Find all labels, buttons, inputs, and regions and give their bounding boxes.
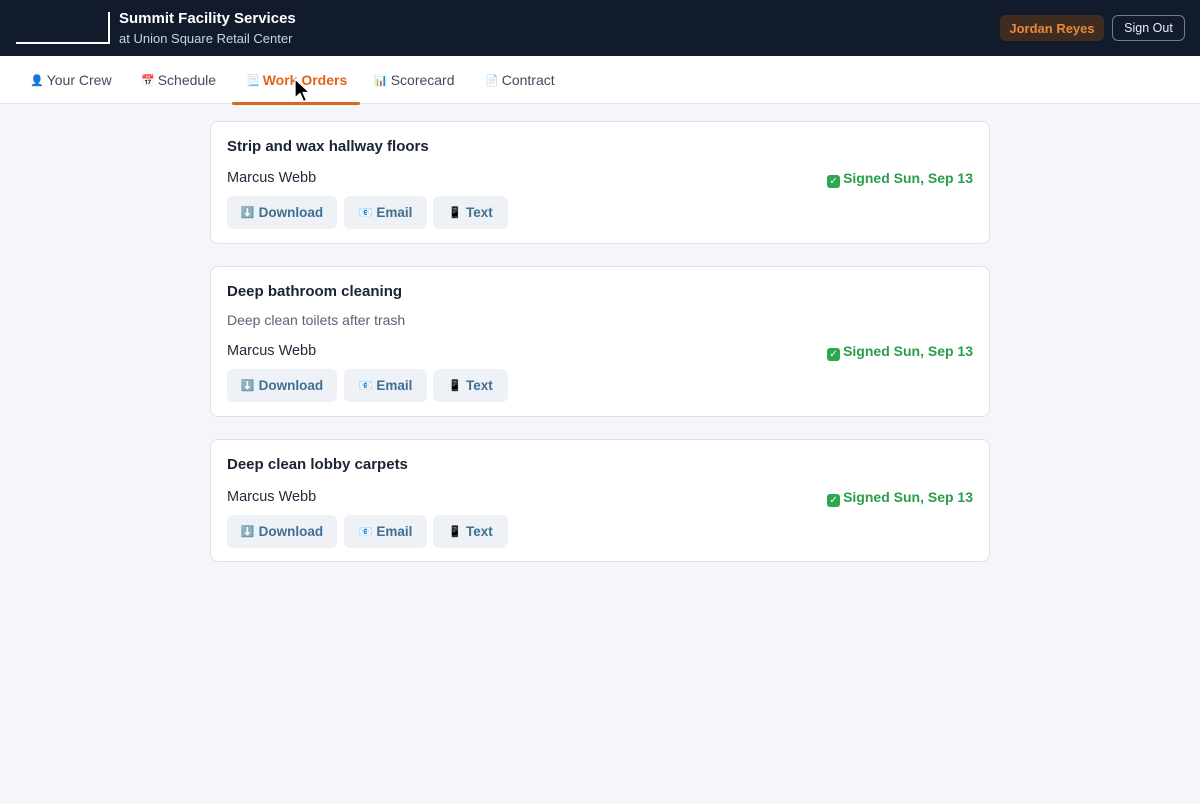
work-order-description: Deep clean toilets after trash xyxy=(227,312,406,328)
email-button[interactable]: 📧 Email xyxy=(344,369,427,402)
tab-schedule[interactable]: 📅 Schedule xyxy=(127,56,230,104)
mouse-cursor-icon xyxy=(294,78,311,103)
tab-label: Your Crew xyxy=(46,72,112,88)
text-button[interactable]: 📱 Text xyxy=(433,515,508,548)
tab-label: Contract xyxy=(501,72,555,88)
company-logo xyxy=(16,12,110,44)
company-name: Summit Facility Services xyxy=(119,10,296,27)
email-icon: 📧 xyxy=(358,380,373,392)
signed-status: ✓ Signed Sun, Sep 13 xyxy=(827,170,973,188)
download-label: Download xyxy=(258,524,324,539)
text-button[interactable]: 📱 Text xyxy=(433,369,508,402)
signed-status-text: Signed Sun, Sep 13 xyxy=(843,489,973,505)
email-label: Email xyxy=(376,378,413,393)
text-label: Text xyxy=(465,205,493,220)
download-button[interactable]: ⬇️ Download xyxy=(227,515,337,548)
download-icon: ⬇️ xyxy=(240,526,255,538)
tab-label: Schedule xyxy=(157,72,217,88)
download-button[interactable]: ⬇️ Download xyxy=(227,196,337,229)
signed-status: ✓ Signed Sun, Sep 13 xyxy=(827,343,973,361)
work-order-title: Deep clean lobby carpets xyxy=(227,456,408,473)
work-order-card: Deep bathroom cleaning Deep clean toilet… xyxy=(210,266,990,417)
download-label: Download xyxy=(258,378,324,393)
page-icon: 📃 xyxy=(246,74,260,87)
bar-chart-icon: 📊 xyxy=(374,74,388,87)
text-label: Text xyxy=(465,378,493,393)
check-icon: ✓ xyxy=(827,175,841,188)
check-icon: ✓ xyxy=(827,494,841,507)
assignee-name: Marcus Webb xyxy=(227,170,317,186)
app-header: Summit Facility Services at Union Square… xyxy=(0,0,1200,56)
download-icon: ⬇️ xyxy=(240,207,255,219)
work-order-title: Strip and wax hallway floors xyxy=(227,138,429,155)
work-order-title: Deep bathroom cleaning xyxy=(227,283,403,300)
tab-contract[interactable]: 📄 Contract xyxy=(471,56,569,104)
person-icon: 👤 xyxy=(30,74,44,87)
check-icon: ✓ xyxy=(827,348,841,361)
download-icon: ⬇️ xyxy=(240,380,255,392)
document-icon: 📄 xyxy=(485,74,499,87)
download-label: Download xyxy=(258,205,324,220)
main-nav: 👤 Your Crew 📅 Schedule 📃 Work Orders 📊 S… xyxy=(0,56,1200,105)
calendar-icon: 📅 xyxy=(141,74,155,87)
tab-label: Scorecard xyxy=(390,72,455,88)
email-button[interactable]: 📧 Email xyxy=(344,515,427,548)
download-button[interactable]: ⬇️ Download xyxy=(227,369,337,402)
text-button[interactable]: 📱 Text xyxy=(433,196,508,229)
work-order-card: Strip and wax hallway floors Marcus Webb… xyxy=(210,121,990,244)
phone-icon: 📱 xyxy=(448,526,462,538)
signed-status-text: Signed Sun, Sep 13 xyxy=(843,343,973,359)
email-label: Email xyxy=(376,205,413,220)
location-subtitle: at Union Square Retail Center xyxy=(119,31,293,46)
assignee-name: Marcus Webb xyxy=(227,489,317,505)
sign-out-button[interactable]: Sign Out xyxy=(1112,15,1185,41)
work-order-card: Deep clean lobby carpets Marcus Webb ✓ Si… xyxy=(210,439,990,562)
signed-status-text: Signed Sun, Sep 13 xyxy=(843,170,973,186)
email-label: Email xyxy=(376,524,413,539)
tab-your-crew[interactable]: 👤 Your Crew xyxy=(16,56,126,104)
phone-icon: 📱 xyxy=(448,380,462,392)
email-icon: 📧 xyxy=(358,526,373,538)
signed-status: ✓ Signed Sun, Sep 13 xyxy=(827,489,973,507)
email-button[interactable]: 📧 Email xyxy=(344,196,427,229)
phone-icon: 📱 xyxy=(448,207,462,219)
email-icon: 📧 xyxy=(358,207,373,219)
text-label: Text xyxy=(465,524,493,539)
assignee-name: Marcus Webb xyxy=(227,343,317,359)
user-badge[interactable]: Jordan Reyes xyxy=(1000,15,1104,41)
tab-scorecard[interactable]: 📊 Scorecard xyxy=(360,56,469,104)
